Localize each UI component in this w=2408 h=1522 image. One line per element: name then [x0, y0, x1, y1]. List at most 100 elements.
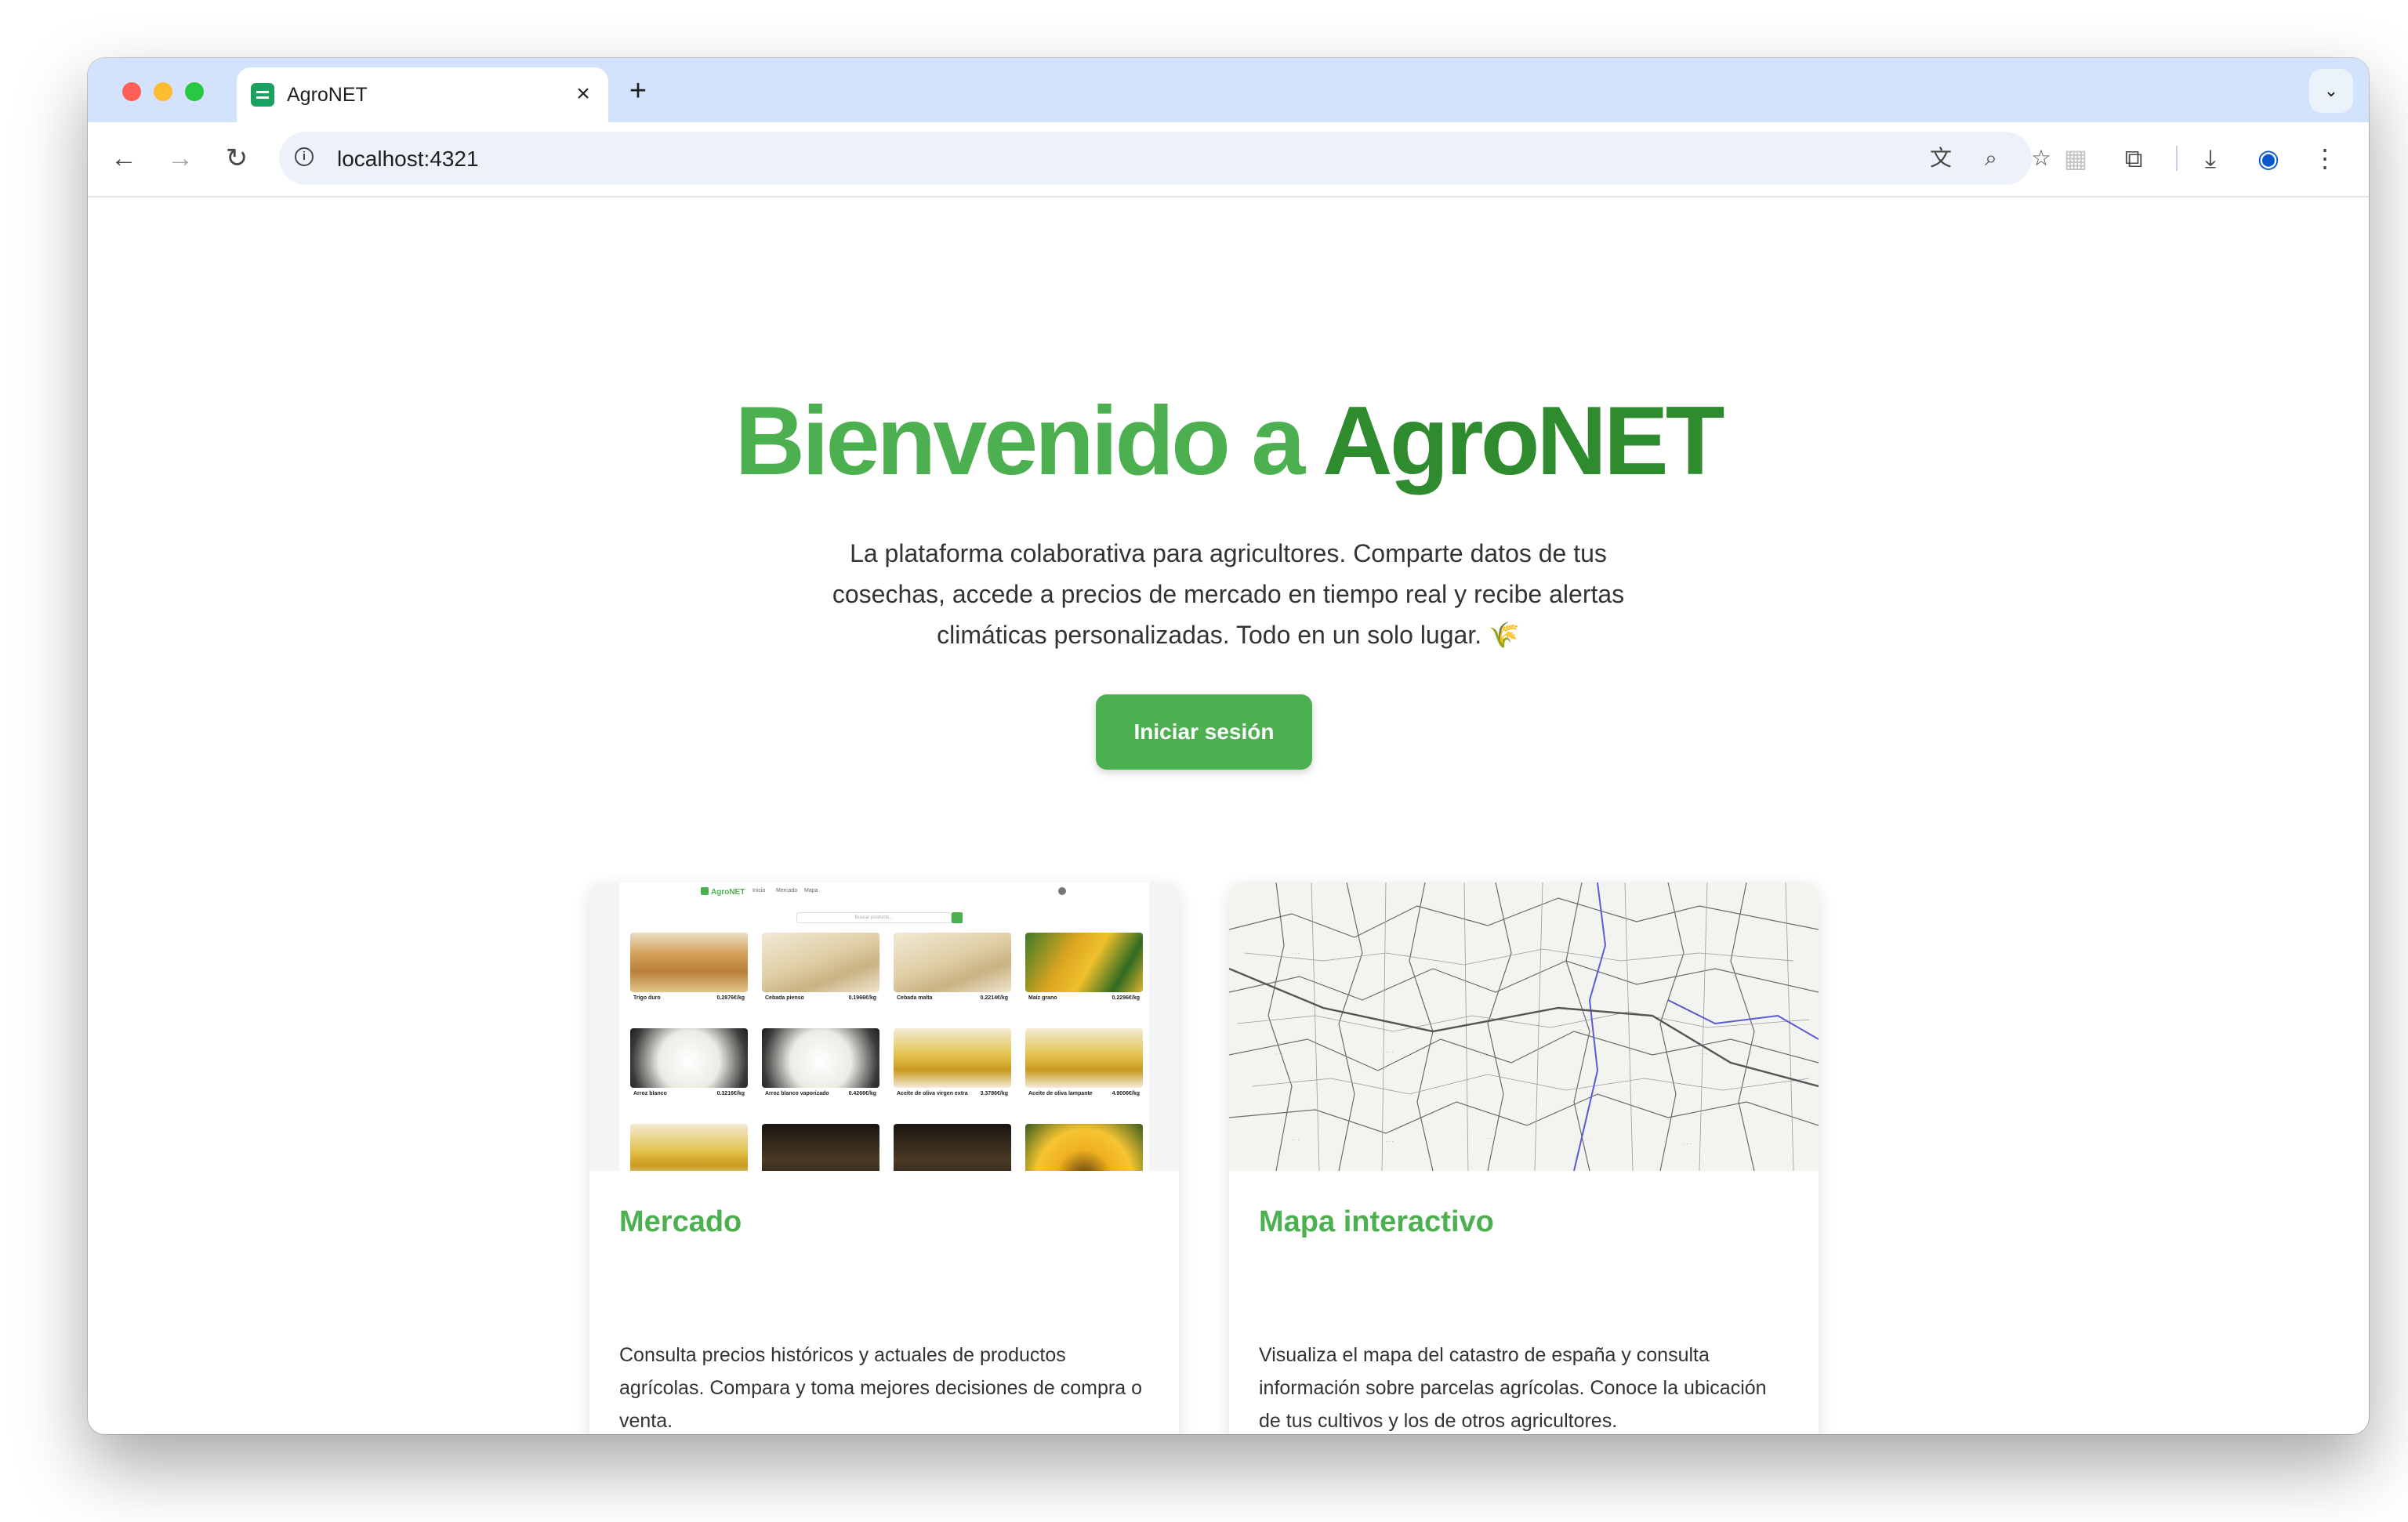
mercado-preview-product-name: Arroz blanco vaporizado [765, 1091, 829, 1096]
mercado-preview-product-name: Arroz blanco [633, 1091, 667, 1096]
browser-window: AgroNET × + ⌄ ← → ↻ i localhost:4321 文 ⌕… [88, 58, 2369, 1434]
card-mercado[interactable]: AgroNET Inicio Mercado Mapa Buscar produ… [589, 882, 1179, 1434]
minimize-window-button[interactable] [154, 82, 172, 101]
mercado-preview-product: Trigo duro 0.2876€/kg [630, 933, 748, 1001]
mercado-preview-search: Buscar producto... [796, 912, 952, 923]
mapa-preview-image: · · · · · · · · · · · · · · · · · · · · … [1229, 882, 1819, 1171]
mercado-preview-product: Arroz blanco vaporizado 0.4266€/kg [762, 1028, 879, 1096]
tab-close-icon[interactable]: × [569, 80, 597, 108]
mercado-preview-product-price: 0.1966€/kg [848, 995, 876, 1001]
mercado-preview-product-image [894, 1028, 1011, 1088]
mercado-preview-product [1025, 1124, 1143, 1171]
mercado-preview-product: Maíz grano 0.2296€/kg [1025, 933, 1143, 1001]
svg-text:· · ·: · · · [1292, 1138, 1299, 1143]
mercado-preview-product [762, 1124, 879, 1171]
mercado-preview-product-name: Aceite de oliva lampante [1028, 1091, 1093, 1096]
mercado-preview-product-image [894, 1124, 1011, 1171]
tab-title: AgroNET [287, 84, 368, 106]
mercado-preview-product-name: Trigo duro [633, 995, 661, 1001]
card-text-mapa: Visualiza el mapa del catastro de españa… [1259, 1344, 1767, 1432]
browser-toolbar: ← → ↻ i localhost:4321 文 ⌕ ☆ ▦ ⧉ ⤓ ◉ ⋮ [88, 122, 2369, 197]
star-icon[interactable]: ☆ [2025, 143, 2057, 174]
mercado-preview-logo: AgroNET [701, 887, 745, 897]
agronet-favicon-icon [251, 83, 274, 107]
mercado-preview-product: Aceite de oliva virgen extra 3.3786€/kg [894, 1028, 1011, 1096]
url-text[interactable]: localhost:4321 [337, 147, 479, 172]
svg-text:· · ·: · · · [1582, 1138, 1589, 1143]
mercado-preview-product-image [1025, 1028, 1143, 1088]
card-title-mercado: Mercado [619, 1205, 742, 1238]
forward-arrow-icon[interactable]: → [161, 140, 199, 177]
mercado-preview-product-image [762, 933, 879, 992]
zoom-icon[interactable]: ⌕ [1975, 143, 2007, 174]
mercado-preview-product-name: Cebada malta [897, 995, 933, 1001]
login-button[interactable]: Iniciar sesión [1096, 694, 1312, 770]
info-icon[interactable]: i [295, 147, 314, 166]
svg-text:· · ·: · · · [1386, 1140, 1393, 1144]
svg-text:· · ·: · · · [1276, 1052, 1283, 1056]
mercado-preview-product: Cebada malta 0.2214€/kg [894, 933, 1011, 1001]
hero-title: Bienvenido a AgroNET [88, 386, 2369, 497]
hero-title-brand: AgroNET [1322, 387, 1724, 495]
mercado-preview-page: AgroNET Inicio Mercado Mapa Buscar produ… [619, 882, 1149, 1171]
mercado-preview-product-image [894, 933, 1011, 992]
reload-icon[interactable]: ↻ [218, 140, 256, 177]
mercado-preview-frame: AgroNET Inicio Mercado Mapa Buscar produ… [589, 882, 1179, 1171]
puzzle-icon[interactable]: ⧉ [2115, 140, 2152, 177]
tab-agronet[interactable]: AgroNET × [237, 67, 608, 122]
translate-icon[interactable]: 文 [1925, 143, 1956, 174]
svg-text:· · ·: · · · [1292, 951, 1299, 956]
mercado-preview-nav: Mapa [804, 888, 818, 893]
hero-title-welcome: Bienvenido a [734, 387, 1323, 495]
card-mapa-interactivo[interactable]: · · · · · · · · · · · · · · · · · · · · … [1229, 882, 1819, 1434]
mercado-preview-product-price: 0.2876€/kg [716, 995, 745, 1001]
maximize-window-button[interactable] [185, 82, 204, 101]
svg-text:· · ·: · · · [1684, 1142, 1691, 1147]
cadastre-map-image: · · · · · · · · · · · · · · · · · · · · … [1229, 882, 1819, 1171]
mercado-preview-product-image [630, 933, 748, 992]
svg-text:· · ·: · · · [1699, 1052, 1706, 1056]
svg-text:· · ·: · · · [1386, 1050, 1393, 1055]
mercado-preview-product-price: 0.2296€/kg [1112, 995, 1140, 1001]
mercado-preview-image: AgroNET Inicio Mercado Mapa Buscar produ… [589, 882, 1179, 1171]
card-title-mapa: Mapa interactivo [1259, 1205, 1494, 1238]
svg-text:· · ·: · · · [1488, 958, 1495, 962]
mercado-preview-product: Cebada pienso 0.1966€/kg [762, 933, 879, 1001]
mercado-preview-product-price: 3.3786€/kg [980, 1091, 1008, 1096]
download-icon[interactable]: ⤓ [2192, 140, 2229, 177]
profile-icon[interactable]: ◉ [2250, 140, 2287, 177]
mercado-preview-product-price: 0.2214€/kg [980, 995, 1008, 1001]
mercado-preview-product-name: Aceite de oliva virgen extra [897, 1091, 968, 1096]
tab-bar: AgroNET × + ⌄ [88, 58, 2369, 122]
mercado-preview-product [630, 1124, 748, 1171]
mercado-preview-product: Aceite de oliva lampante 4.9006€/kg [1025, 1028, 1143, 1096]
tab-search-chevron-icon[interactable]: ⌄ [2309, 69, 2353, 113]
mercado-preview-nav: Inicio [752, 888, 766, 893]
svg-text:· · ·: · · · [1488, 1136, 1495, 1141]
mercado-preview-product-image [762, 1124, 879, 1171]
mercado-preview-product-name: Cebada pienso [765, 995, 804, 1001]
mercado-preview-product-image [1025, 933, 1143, 992]
mercado-preview-product-image [1025, 1124, 1143, 1171]
close-window-button[interactable] [122, 82, 141, 101]
mercado-preview-product-price: 4.9006€/kg [1112, 1091, 1140, 1096]
back-arrow-icon[interactable]: ← [105, 140, 143, 177]
kebab-menu-icon[interactable]: ⋮ [2306, 140, 2344, 177]
hero-subtitle: La plataforma colaborativa para agricult… [832, 539, 1625, 649]
mercado-preview-product-image [630, 1124, 748, 1171]
toolbar-divider [2176, 146, 2178, 171]
svg-text:· · ·: · · · [1645, 956, 1652, 961]
mercado-preview-product-price: 0.4266€/kg [848, 1091, 876, 1096]
address-bar[interactable]: i localhost:4321 文 ⌕ ☆ [279, 132, 2051, 185]
mercado-preview-product: Arroz blanco 0.3216€/kg [630, 1028, 748, 1096]
mercado-preview-product-image [762, 1028, 879, 1088]
mercado-preview-nav: Mercado [776, 888, 798, 893]
card-text-mercado: Consulta precios históricos y actuales d… [619, 1344, 1142, 1432]
mercado-preview-product [894, 1124, 1011, 1171]
page-content: Bienvenido a AgroNET La plataforma colab… [88, 197, 2369, 1434]
new-tab-button[interactable]: + [621, 74, 655, 108]
svg-text:· · ·: · · · [1480, 1053, 1487, 1058]
extension-placeholder-icon[interactable]: ▦ [2057, 140, 2094, 177]
svg-text:· · ·: · · · [1402, 954, 1409, 958]
mercado-preview-product-name: Maíz grano [1028, 995, 1057, 1001]
